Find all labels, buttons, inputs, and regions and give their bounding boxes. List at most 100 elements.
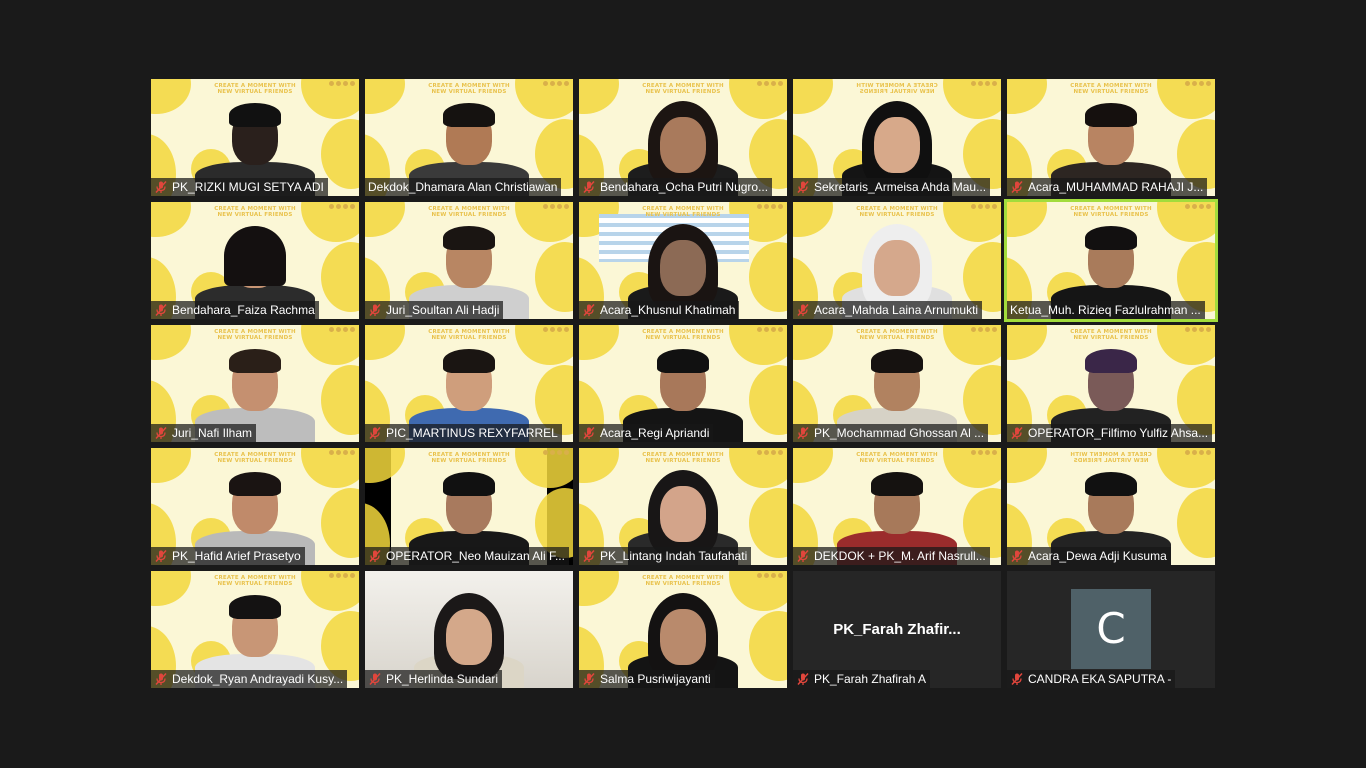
participant-tile[interactable]: CREATE A MOMENT WITH NEW VIRTUAL FRIENDS… [1007, 325, 1215, 442]
participant-name: CANDRA EKA SAPUTRA - [1028, 672, 1172, 686]
muted-microphone-icon [368, 549, 382, 563]
muted-microphone-icon [796, 549, 810, 563]
participant-name: Dekdok_Ryan Andrayadi Kusy... [172, 672, 344, 686]
participant-tile[interactable]: CREATE A MOMENT WITH NEW VIRTUAL FRIENDS… [793, 448, 1001, 565]
participant-tile[interactable]: CREATE A MOMENT WITH NEW VIRTUAL FRIENDS… [365, 202, 573, 319]
participant-name: DEKDOK + PK_M. Arif Nasrull... [814, 549, 986, 563]
participant-name-label: PK_Lintang Indah Taufahati [579, 547, 752, 565]
participant-tile[interactable]: CREATE A MOMENT WITH NEW VIRTUAL FRIENDS… [793, 79, 1001, 196]
muted-microphone-icon [154, 549, 168, 563]
muted-microphone-icon [796, 672, 810, 686]
participant-name: PK_Farah Zhafirah A [814, 672, 927, 686]
participant-tile[interactable]: CREATE A MOMENT WITH NEW VIRTUAL FRIENDS… [151, 202, 359, 319]
participant-name: Ketua_Muh. Rizieq Fazlulrahman ... [1010, 303, 1201, 317]
gallery-grid: CREATE A MOMENT WITH NEW VIRTUAL FRIENDS… [151, 79, 1218, 688]
participant-tile[interactable]: CREATE A MOMENT WITH NEW VIRTUAL FRIENDS… [151, 448, 359, 565]
participant-name: PK_Mochammad Ghossan Al ... [814, 426, 985, 440]
participant-tile[interactable]: CREATE A MOMENT WITH NEW VIRTUAL FRIENDS… [151, 79, 359, 196]
participant-name: Juri_Nafi Ilham [172, 426, 253, 440]
participant-name-label: Acara_Dewa Adji Kusuma [1007, 547, 1171, 565]
participant-name-label: Dekdok_Dhamara Alan Christiawan [365, 178, 562, 196]
participant-tile[interactable]: CREATE A MOMENT WITH NEW VIRTUAL FRIENDS… [1007, 79, 1215, 196]
participant-name-label: Dekdok_Ryan Andrayadi Kusy... [151, 670, 348, 688]
participant-tile[interactable]: CREATE A MOMENT WITH NEW VIRTUAL FRIENDS… [365, 79, 573, 196]
participant-name-label: CANDRA EKA SAPUTRA - [1007, 670, 1176, 688]
muted-microphone-icon [1010, 426, 1024, 440]
participant-tile[interactable]: CREATE A MOMENT WITH NEW VIRTUAL FRIENDS… [579, 202, 787, 319]
participant-name: Bendahara_Ocha Putri Nugro... [600, 180, 769, 194]
participant-tile[interactable]: CREATE A MOMENT WITH NEW VIRTUAL FRIENDS… [365, 325, 573, 442]
participant-tile[interactable]: CREATE A MOMENT WITH NEW VIRTUAL FRIENDS… [151, 325, 359, 442]
muted-microphone-icon [1010, 180, 1024, 194]
participant-tile[interactable]: CREATE A MOMENT WITH NEW VIRTUAL FRIENDS… [1004, 199, 1218, 322]
participant-name: Dekdok_Dhamara Alan Christiawan [368, 180, 558, 194]
muted-microphone-icon [582, 180, 596, 194]
participant-tile[interactable]: C CANDRA EKA SAPUTRA - [1007, 571, 1215, 688]
muted-microphone-icon [368, 426, 382, 440]
participant-tile[interactable]: CREATE A MOMENT WITH NEW VIRTUAL FRIENDS… [1007, 448, 1215, 565]
participant-tile[interactable]: CREATE A MOMENT WITH NEW VIRTUAL FRIENDS… [579, 571, 787, 688]
muted-microphone-icon [1010, 672, 1024, 686]
participant-tile[interactable]: CREATE A MOMENT WITH NEW VIRTUAL FRIENDS… [793, 202, 1001, 319]
participant-avatar: C [1071, 589, 1151, 669]
participant-name: Acara_Khusnul Khatimah [600, 303, 736, 317]
participant-name: OPERATOR_Filfimo Yulfiz Ahsa... [1028, 426, 1209, 440]
participant-tile[interactable]: CREATE A MOMENT WITH NEW VIRTUAL FRIENDS… [579, 325, 787, 442]
participant-name-label: PIC_MARTINUS REXYFARREL [365, 424, 562, 442]
participant-name: Bendahara_Faiza Rachma [172, 303, 315, 317]
participant-tile[interactable]: CREATE A MOMENT WITH NEW VIRTUAL FRIENDS… [579, 79, 787, 196]
participant-name: PIC_MARTINUS REXYFARREL [386, 426, 558, 440]
participant-name-label: PK_Herlinda Sundari [365, 670, 503, 688]
participant-tile[interactable]: CREATE A MOMENT WITH NEW VIRTUAL FRIENDS… [793, 325, 1001, 442]
participant-name: Acara_Mahda Laina Arnumukti [814, 303, 979, 317]
participant-tile[interactable]: CREATE A MOMENT WITH NEW VIRTUAL FRIENDS… [579, 448, 787, 565]
muted-microphone-icon [582, 426, 596, 440]
participant-tile[interactable]: CREATE A MOMENT WITH NEW VIRTUAL FRIENDS… [365, 448, 573, 565]
participant-name-label: Acara_Regi Apriandi [579, 424, 714, 442]
participant-name-label: Bendahara_Ocha Putri Nugro... [579, 178, 773, 196]
participant-name-label: Juri_Soultan Ali Hadji [365, 301, 504, 319]
participant-name: Salma Pusriwijayanti [600, 672, 711, 686]
muted-microphone-icon [796, 303, 810, 317]
participant-name-label: DEKDOK + PK_M. Arif Nasrull... [793, 547, 990, 565]
muted-microphone-icon [582, 549, 596, 563]
participant-name: PK_Hafid Arief Prasetyo [172, 549, 301, 563]
participant-tile[interactable]: CREATE A MOMENT WITH NEW VIRTUAL FRIENDS… [151, 571, 359, 688]
muted-microphone-icon [582, 672, 596, 686]
muted-microphone-icon [796, 426, 810, 440]
participant-name: PK_RIZKI MUGI SETYA ADI [172, 180, 324, 194]
participant-name: Acara_MUHAMMAD RAHAJI J... [1028, 180, 1204, 194]
participant-name: Acara_Dewa Adji Kusuma [1028, 549, 1167, 563]
participant-name-label: OPERATOR_Filfimo Yulfiz Ahsa... [1007, 424, 1213, 442]
muted-microphone-icon [154, 672, 168, 686]
participant-name-label: PK_Farah Zhafirah A [793, 670, 931, 688]
participant-name: Sekretaris_Armeisa Ahda Mau... [814, 180, 987, 194]
participant-tile[interactable]: PK_Farah Zhafir... PK_Farah Zhafirah A [793, 571, 1001, 688]
participant-tile[interactable]: PK_Herlinda Sundari [365, 571, 573, 688]
participant-name-label: Juri_Nafi Ilham [151, 424, 257, 442]
participant-name: PK_Lintang Indah Taufahati [600, 549, 748, 563]
participant-name-label: Acara_Mahda Laina Arnumukti [793, 301, 983, 319]
participant-name-label: Sekretaris_Armeisa Ahda Mau... [793, 178, 991, 196]
participant-display-name: PK_Farah Zhafir... [833, 621, 961, 638]
participant-name-label: Ketua_Muh. Rizieq Fazlulrahman ... [1007, 301, 1205, 319]
participant-name-label: PK_RIZKI MUGI SETYA ADI [151, 178, 328, 196]
participant-name-label: OPERATOR_Neo Mauizan Ali F... [365, 547, 569, 565]
participant-name-label: Acara_MUHAMMAD RAHAJI J... [1007, 178, 1208, 196]
participant-name: Juri_Soultan Ali Hadji [386, 303, 500, 317]
muted-microphone-icon [154, 180, 168, 194]
participant-name: OPERATOR_Neo Mauizan Ali F... [386, 549, 565, 563]
muted-microphone-icon [154, 303, 168, 317]
muted-microphone-icon [368, 303, 382, 317]
muted-microphone-icon [796, 180, 810, 194]
participant-name-label: PK_Mochammad Ghossan Al ... [793, 424, 989, 442]
muted-microphone-icon [1010, 549, 1024, 563]
participant-name-label: PK_Hafid Arief Prasetyo [151, 547, 305, 565]
muted-microphone-icon [154, 426, 168, 440]
participant-name: PK_Herlinda Sundari [386, 672, 499, 686]
participant-name-label: Bendahara_Faiza Rachma [151, 301, 319, 319]
participant-name-label: Acara_Khusnul Khatimah [579, 301, 740, 319]
participant-name: Acara_Regi Apriandi [600, 426, 710, 440]
muted-microphone-icon [582, 303, 596, 317]
participant-name-label: Salma Pusriwijayanti [579, 670, 715, 688]
